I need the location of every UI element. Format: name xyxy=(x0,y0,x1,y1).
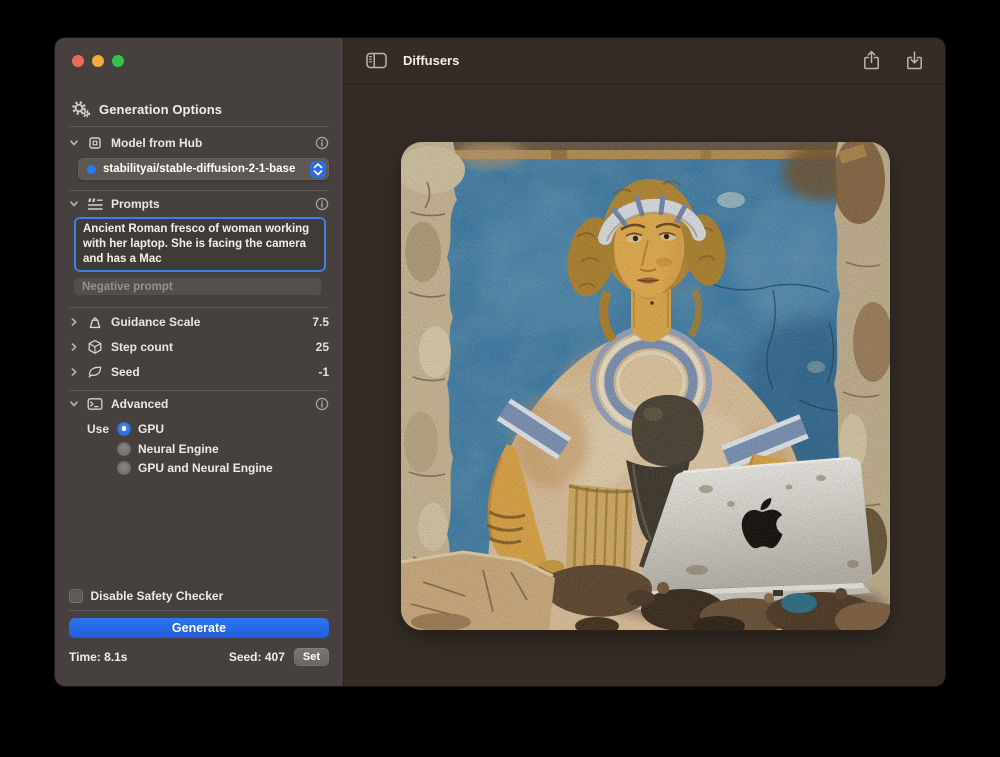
prompts-section-label: Prompts xyxy=(111,197,160,211)
chip-icon xyxy=(85,135,104,151)
chevron-right-icon[interactable] xyxy=(69,342,79,352)
divider xyxy=(69,190,329,191)
model-section-label: Model from Hub xyxy=(111,136,202,150)
prompts-section-row[interactable]: Prompts xyxy=(69,195,329,213)
model-section-row[interactable]: Model from Hub xyxy=(69,134,329,152)
cube-icon xyxy=(85,339,104,355)
generation-options-header: Generation Options xyxy=(69,101,329,117)
step-count-row[interactable]: Step count 25 xyxy=(69,338,329,356)
negative-prompt-input[interactable] xyxy=(74,278,321,295)
share-icon[interactable] xyxy=(863,50,880,71)
chevron-down-icon[interactable] xyxy=(69,138,79,148)
set-seed-button[interactable]: Set xyxy=(294,648,329,666)
model-select-dropdown[interactable]: stabilityai/stable-diffusion-2-1-base xyxy=(78,158,329,180)
radio-gpu-and-neural-engine[interactable] xyxy=(117,461,131,475)
quote-icon xyxy=(85,197,104,211)
leaf-icon xyxy=(85,365,104,379)
dropdown-stepper-icon[interactable] xyxy=(310,161,326,178)
gpu-and-neural-engine-label: GPU and Neural Engine xyxy=(138,461,273,475)
window-title: Diffusers xyxy=(403,53,459,68)
info-icon[interactable] xyxy=(315,197,329,211)
safety-checker-label: Disable Safety Checker xyxy=(91,589,224,603)
safety-checker-checkbox[interactable] xyxy=(69,589,83,603)
result-seed: Seed: 407 xyxy=(229,650,285,664)
compute-option-neural-engine[interactable]: Use Neural Engine xyxy=(69,440,329,457)
titlebar: Diffusers xyxy=(344,38,945,84)
main-area: Diffusers xyxy=(343,38,945,686)
chevron-down-icon[interactable] xyxy=(69,199,79,209)
compute-option-gpu[interactable]: Use GPU xyxy=(69,420,329,437)
generation-options-label: Generation Options xyxy=(99,102,222,117)
divider xyxy=(69,390,329,391)
chevron-down-icon[interactable] xyxy=(69,399,79,409)
divider xyxy=(69,610,329,611)
gears-icon xyxy=(71,101,91,118)
advanced-section-row[interactable]: Advanced xyxy=(69,395,329,413)
neural-engine-label: Neural Engine xyxy=(138,442,219,456)
zoom-window-button[interactable] xyxy=(112,55,124,67)
fresco-illustration xyxy=(401,142,890,630)
status-bar: Time: 8.1s Seed: 407 Set xyxy=(69,648,329,666)
download-icon[interactable] xyxy=(906,50,923,71)
generate-button[interactable]: Generate xyxy=(69,618,329,638)
sidebar-toggle-icon[interactable] xyxy=(366,52,387,69)
chevron-right-icon[interactable] xyxy=(69,367,79,377)
guidance-scale-row[interactable]: Guidance Scale 7.5 xyxy=(69,313,329,331)
guidance-scale-value: 7.5 xyxy=(312,315,329,329)
prompt-input[interactable]: Ancient Roman fresco of woman working wi… xyxy=(74,217,326,272)
step-count-value: 25 xyxy=(316,340,329,354)
compute-option-gpu-and-neural-engine[interactable]: Use GPU and Neural Engine xyxy=(69,459,329,476)
use-label: Use xyxy=(87,422,117,436)
seed-value: -1 xyxy=(318,365,329,379)
minimize-window-button[interactable] xyxy=(92,55,104,67)
terminal-icon xyxy=(85,397,104,411)
info-icon[interactable] xyxy=(315,397,329,411)
weight-scale-icon xyxy=(85,315,104,330)
gpu-label: GPU xyxy=(138,422,164,436)
model-selected-value: stabilityai/stable-diffusion-2-1-base xyxy=(103,163,306,175)
canvas-area xyxy=(344,84,945,686)
divider xyxy=(69,126,329,127)
radio-neural-engine[interactable] xyxy=(117,442,131,456)
window-controls xyxy=(72,55,329,67)
guidance-scale-label: Guidance Scale xyxy=(111,315,200,329)
generated-image[interactable] xyxy=(401,142,890,630)
radio-gpu[interactable] xyxy=(117,422,131,436)
sidebar-spacer xyxy=(69,476,329,588)
generation-time: Time: 8.1s xyxy=(69,650,127,664)
desktop-background: Generation Options Model from Hub xyxy=(0,0,1000,757)
divider xyxy=(69,307,329,308)
info-icon[interactable] xyxy=(315,136,329,150)
seed-label: Seed xyxy=(111,365,140,379)
chevron-right-icon[interactable] xyxy=(69,317,79,327)
seed-row[interactable]: Seed -1 xyxy=(69,363,329,381)
model-status-dot xyxy=(87,165,96,174)
close-window-button[interactable] xyxy=(72,55,84,67)
sidebar: Generation Options Model from Hub xyxy=(55,38,343,686)
advanced-label: Advanced xyxy=(111,397,168,411)
disable-safety-checker-row[interactable]: Disable Safety Checker xyxy=(69,588,329,604)
app-window: Generation Options Model from Hub xyxy=(55,38,945,686)
step-count-label: Step count xyxy=(111,340,173,354)
